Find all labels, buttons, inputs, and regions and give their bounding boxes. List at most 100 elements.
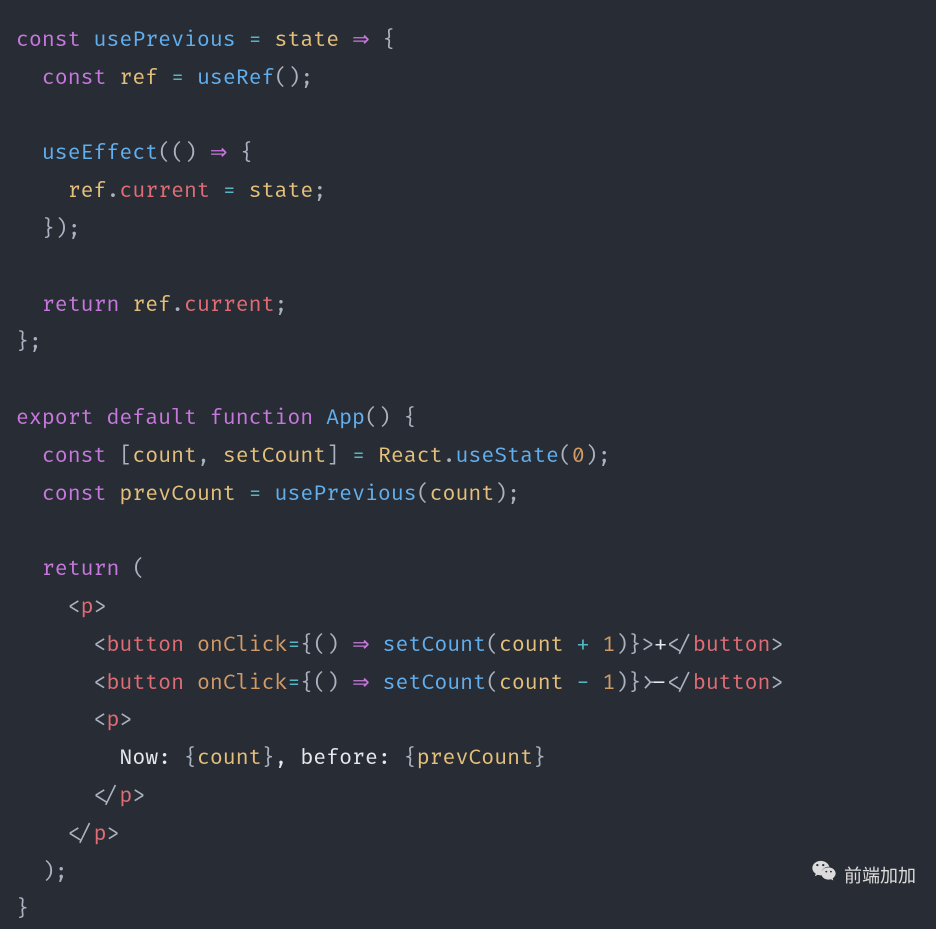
code-token: < [94,708,107,733]
code-token: ] [326,444,352,469]
code-token: > [641,633,654,658]
code-token: + [577,633,590,658]
code-token: ⇒ [352,671,370,696]
code-token: const [42,482,120,507]
code-block: const usePrevious = state ⇒ { const ref … [16,22,920,929]
code-token [16,66,42,91]
code-token: ; [313,179,326,204]
code-token: { [227,141,253,166]
code-token: ref [68,179,107,204]
code-token: < [94,671,107,696]
code-token: onClick [197,633,287,658]
code-token: setCount [223,444,326,469]
code-token [365,444,378,469]
code-token: } [16,897,29,922]
code-token: ( [486,633,499,658]
code-token: current [119,179,209,204]
code-token: (() [158,141,210,166]
code-token: ); [16,860,68,885]
code-token: const [42,66,120,91]
code-token: [ [119,444,132,469]
code-token: }); [16,217,81,242]
code-token [210,179,223,204]
code-token: } [533,746,546,771]
code-token: > [641,671,654,696]
code-token: </ [667,633,693,658]
code-token [589,633,602,658]
code-token: 0 [572,444,585,469]
code-token [16,444,42,469]
code-token [564,671,577,696]
code-token [16,368,29,393]
code-token: = [171,66,184,91]
code-token: }; [16,330,42,355]
code-token: 1 [602,671,615,696]
code-token: </ [94,784,120,809]
code-token: state [275,28,340,53]
code-token [16,179,68,204]
code-token: prevCount [119,482,235,507]
code-token: 1 [602,633,615,658]
code-token: ( [417,482,430,507]
wechat-icon [810,858,838,894]
code-token: = [223,179,236,204]
code-token: p [106,708,119,733]
code-token: ); [585,444,611,469]
code-token: App [326,406,365,431]
code-token: (); [275,66,314,91]
code-token [236,179,249,204]
code-token [16,708,94,733]
code-token: . [106,179,119,204]
code-token: < [68,595,81,620]
code-token: count [499,671,564,696]
code-token: export default function [16,406,326,431]
code-token: > [94,595,107,620]
code-token: count [132,444,197,469]
code-token: > [770,633,783,658]
code-token: ⇒ [352,28,370,53]
code-token: )} [615,671,641,696]
code-token [16,784,94,809]
code-token: . [171,293,184,318]
code-token: Now: [119,746,184,771]
code-token [370,671,383,696]
code-token [236,28,249,53]
code-token: setCount [383,671,486,696]
code-token [262,28,275,53]
code-token [16,104,29,129]
code-token: p [94,822,107,847]
code-token: () { [365,406,417,431]
code-token: useState [456,444,559,469]
code-token [16,141,42,166]
code-token [184,671,197,696]
code-token: > [770,671,783,696]
code-token: { [370,28,396,53]
code-token [564,633,577,658]
code-token: count [499,633,564,658]
code-token [16,482,42,507]
code-token: + [654,633,667,658]
code-token: useEffect [42,141,158,166]
code-token [236,482,249,507]
code-token: useRef [197,66,275,91]
code-token: = [287,671,300,696]
code-token: = [352,444,365,469]
code-token [184,633,197,658]
code-token [370,633,383,658]
code-token [16,595,68,620]
code-token: const [42,444,120,469]
code-token [16,671,94,696]
code-token [184,66,197,91]
code-token: button [106,671,184,696]
code-token: - [654,671,667,696]
code-token: ); [494,482,520,507]
watermark-text: 前端加加 [844,860,916,892]
code-token: ref [132,293,171,318]
code-token: </ [667,671,693,696]
code-token: { [184,746,197,771]
code-token: . [443,444,456,469]
code-token: )} [615,633,641,658]
code-token [16,293,42,318]
code-token [16,746,119,771]
code-token: } [262,746,275,771]
